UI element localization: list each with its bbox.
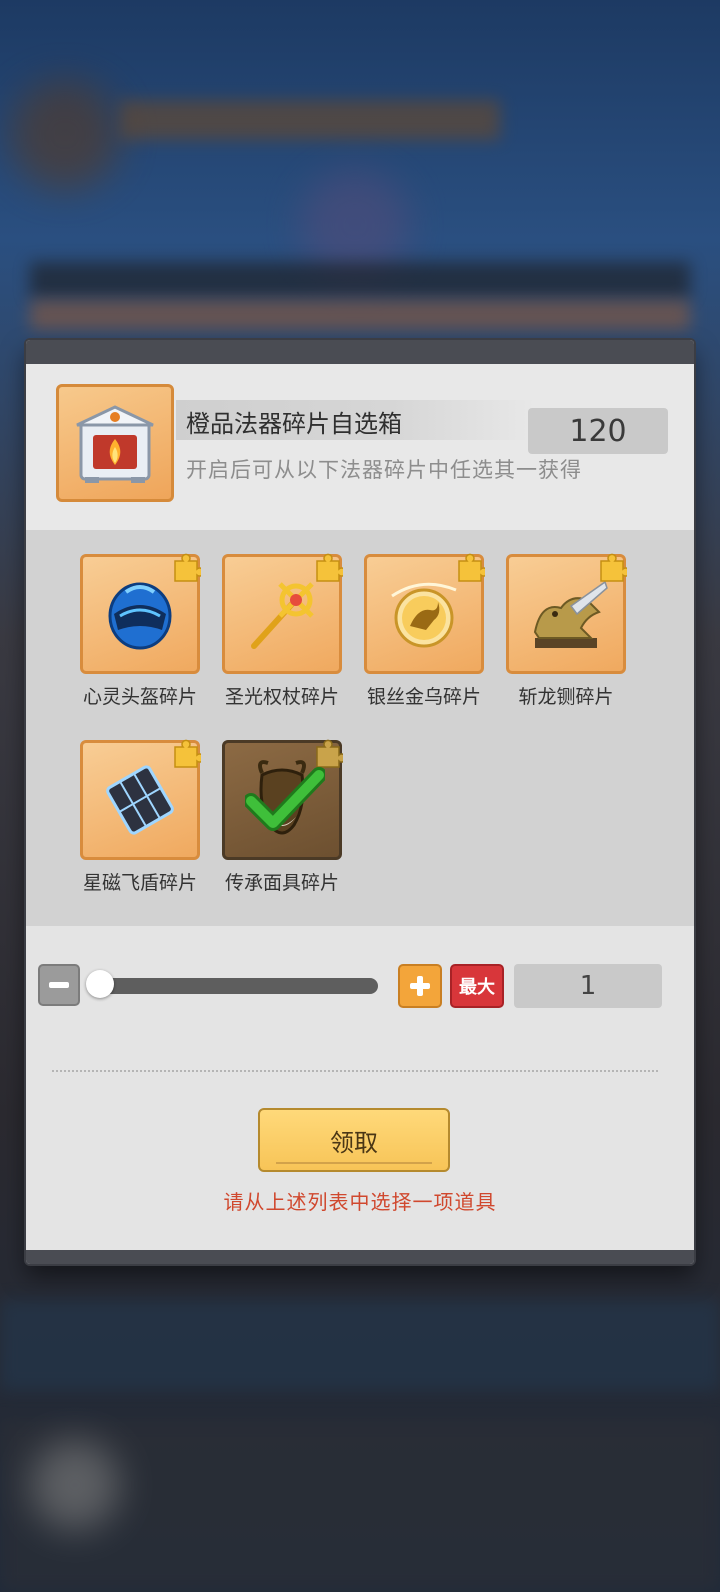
box-info-header: 橙品法器碎片自选箱 开启后可从以下法器碎片中任选其一获得 120 — [26, 364, 694, 530]
selection-box-dialog: 橙品法器碎片自选箱 开启后可从以下法器碎片中任选其一获得 120 心灵头盔碎片 — [26, 340, 694, 1264]
item-option-dragon-guillotine[interactable]: 斩龙铡碎片 — [502, 553, 630, 709]
item-card[interactable] — [364, 553, 485, 674]
puzzle-piece-icon — [458, 553, 485, 582]
box-title: 橙品法器碎片自选箱 — [186, 410, 402, 438]
quantity-slider-thumb[interactable] — [86, 970, 114, 998]
item-card[interactable] — [80, 553, 201, 674]
item-option-shield[interactable]: 星磁飞盾碎片 — [76, 739, 204, 895]
max-button[interactable]: 最大 — [450, 964, 504, 1008]
claim-button-label: 领取 — [330, 1128, 378, 1157]
item-grid: 心灵头盔碎片 圣光权杖碎片 银丝金乌碎片 斩龙铡碎片 星磁飞盾碎片 传承面具碎片 — [26, 530, 694, 926]
helmet-icon — [108, 582, 172, 650]
item-label: 斩龙铡碎片 — [518, 686, 614, 708]
selection-hint: 请从上述列表中选择一项道具 — [223, 1190, 497, 1214]
item-label: 星磁飞盾碎片 — [82, 872, 197, 894]
claim-button[interactable]: 领取 — [258, 1108, 450, 1172]
item-option-scepter[interactable]: 圣光权杖碎片 — [218, 553, 346, 709]
checkmark-icon — [245, 767, 325, 831]
puzzle-piece-icon — [174, 553, 201, 582]
item-label: 银丝金乌碎片 — [366, 686, 481, 708]
quantity-row: 最大 1 — [26, 958, 694, 1018]
item-option-helmet[interactable]: 心灵头盔碎片 — [76, 553, 204, 709]
owned-count: 120 — [528, 408, 668, 454]
dialog-bottom-bar — [26, 1250, 694, 1264]
dragon-guillotine-icon — [533, 580, 608, 648]
box-description: 开启后可从以下法器碎片中任选其一获得 — [186, 458, 582, 482]
item-card[interactable] — [506, 553, 627, 674]
quantity-slider-track[interactable] — [96, 978, 378, 994]
puzzle-piece-icon — [316, 553, 343, 582]
item-label: 圣光权杖碎片 — [224, 686, 339, 708]
item-label: 心灵头盔碎片 — [82, 686, 197, 708]
item-option-mask[interactable]: 传承面具碎片 — [218, 739, 346, 895]
golden-crow-orb-icon — [391, 582, 457, 648]
dotted-divider — [52, 1070, 658, 1072]
puzzle-piece-icon — [174, 739, 201, 768]
item-card-selected[interactable] — [222, 739, 343, 860]
item-card[interactable] — [222, 553, 343, 674]
item-card[interactable] — [80, 739, 201, 860]
scepter-icon — [251, 582, 314, 649]
quantity-value: 1 — [514, 964, 662, 1008]
treasure-chest-icon — [56, 384, 174, 502]
puzzle-piece-icon — [600, 553, 627, 582]
dialog-top-bar — [26, 340, 694, 364]
decrease-button[interactable] — [38, 964, 80, 1006]
increase-button[interactable] — [398, 964, 442, 1008]
shield-icon — [106, 765, 174, 835]
item-label: 传承面具碎片 — [224, 872, 339, 894]
item-option-golden-crow[interactable]: 银丝金乌碎片 — [360, 553, 488, 709]
